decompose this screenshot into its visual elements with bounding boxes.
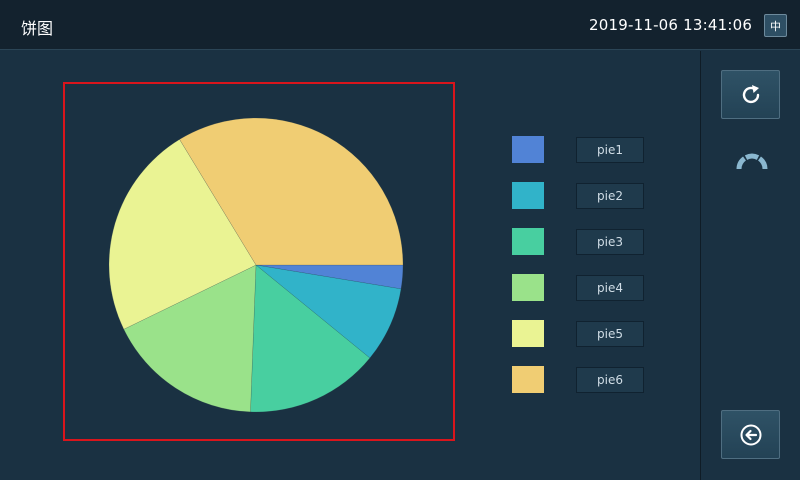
datetime-display: 2019-11-06 13:41:06 — [589, 16, 753, 34]
back-button[interactable] — [721, 410, 780, 459]
page-title: 饼图 — [21, 19, 54, 38]
legend-label-pie6[interactable]: pie6 — [576, 367, 644, 393]
legend-label-pie1[interactable]: pie1 — [576, 137, 644, 163]
legend-swatch-pie3 — [512, 228, 544, 255]
legend-label-pie4[interactable]: pie4 — [576, 275, 644, 301]
legend-label-pie3[interactable]: pie3 — [576, 229, 644, 255]
legend-swatch-pie6 — [512, 366, 544, 393]
refresh-icon — [742, 84, 759, 103]
back-arrow-icon — [740, 424, 761, 445]
refresh-button[interactable] — [721, 70, 780, 119]
language-toggle-button[interactable]: 中 — [764, 14, 787, 37]
top-bar: 饼图 2019-11-06 13:41:06 中 — [0, 0, 800, 50]
pie-chart — [108, 117, 404, 413]
gauge-icon — [736, 153, 768, 170]
legend-swatch-pie4 — [512, 274, 544, 301]
legend-swatch-pie5 — [512, 320, 544, 347]
legend-swatch-pie1 — [512, 136, 544, 163]
legend-label-pie5[interactable]: pie5 — [576, 321, 644, 347]
legend-label-pie2[interactable]: pie2 — [576, 183, 644, 209]
legend-swatch-pie2 — [512, 182, 544, 209]
